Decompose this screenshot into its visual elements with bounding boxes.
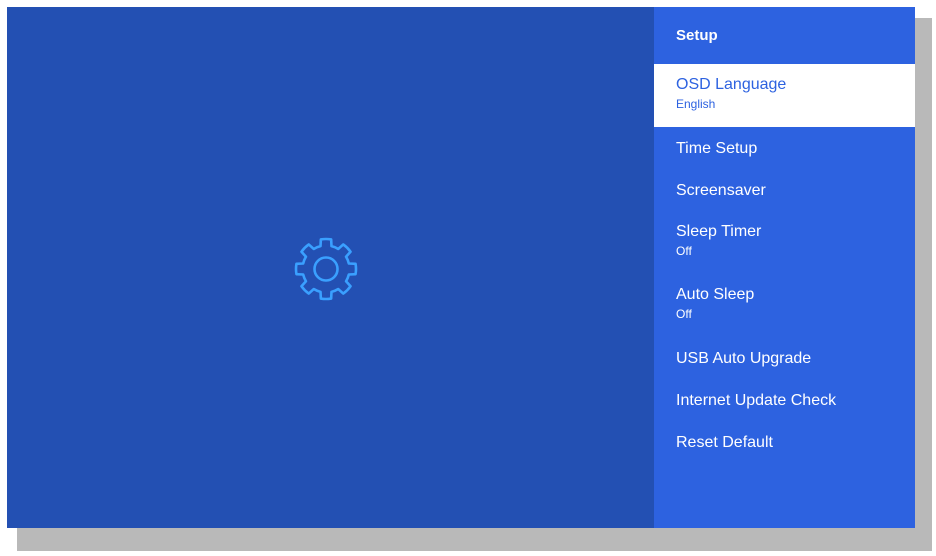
menu-item-value: English [676,97,716,111]
menu-item-label: Internet Update Check [676,392,837,409]
menu-item-label: Time Setup [676,140,758,157]
menu-item-time-setup[interactable]: Time Setup [654,127,915,169]
menu-item-label: OSD Language [676,76,787,93]
menu-item-label: Sleep Timer [676,223,762,240]
menu-item-label: Screensaver [676,182,766,199]
menu-item-label: Auto Sleep [676,286,755,303]
gear-icon [294,237,358,301]
menu-item-auto-sleep[interactable]: Auto Sleep Off [654,274,915,337]
menu-item-sleep-timer[interactable]: Sleep Timer Off [654,211,915,274]
menu-item-value: Off [676,307,692,321]
menu-item-label: Reset Default [676,434,773,451]
panel-title: Setup [676,27,718,44]
menu-item-reset-default[interactable]: Reset Default [654,421,915,463]
preview-area [7,7,654,528]
menu-item-internet-update-check[interactable]: Internet Update Check [654,379,915,421]
setup-menu-list: OSD Language English Time Setup Screensa… [654,64,915,463]
setup-menu-panel: Setup OSD Language English Time Setup Sc… [654,7,915,528]
menu-item-screensaver[interactable]: Screensaver [654,169,915,211]
tv-screen: Setup OSD Language English Time Setup Sc… [7,7,915,528]
menu-item-usb-auto-upgrade[interactable]: USB Auto Upgrade [654,337,915,379]
menu-item-value: Off [676,244,692,258]
menu-item-osd-language[interactable]: OSD Language English [654,64,915,127]
menu-item-label: USB Auto Upgrade [676,350,812,367]
